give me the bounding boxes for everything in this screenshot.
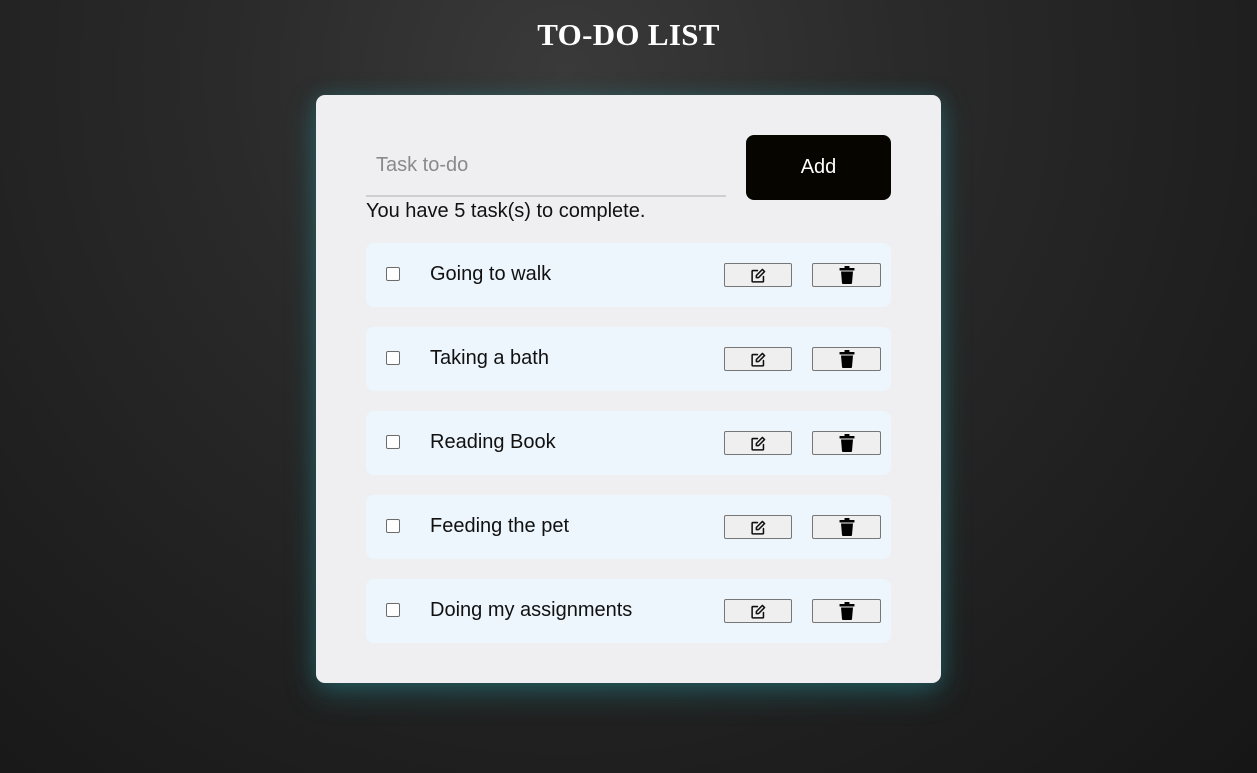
task-label: Feeding the pet [430,515,569,537]
task-item: Taking a bath [366,327,891,391]
task-item: Feeding the pet [366,495,891,559]
task-checkbox[interactable] [386,603,400,617]
delete-button[interactable] [812,431,881,455]
trash-icon [839,350,855,368]
task-label: Going to walk [430,263,552,285]
edit-icon [750,267,767,284]
task-label: Doing my assignments [430,599,633,621]
delete-button[interactable] [812,347,881,371]
edit-button[interactable] [724,263,792,287]
trash-icon [839,602,855,620]
delete-button[interactable] [812,515,881,539]
edit-icon [750,519,767,536]
add-button[interactable]: Add [746,135,891,200]
task-label: Taking a bath [430,347,549,369]
task-list: Going to walk Taking a bath Reading Book… [366,243,891,663]
trash-icon [839,434,855,452]
edit-icon [750,435,767,452]
delete-button[interactable] [812,599,881,623]
task-count-text: You have 5 task(s) to complete. [366,200,646,222]
edit-icon [750,603,767,620]
todo-card: Add You have 5 task(s) to complete. Goin… [316,95,941,683]
add-task-form: Add [366,135,891,200]
task-checkbox[interactable] [386,519,400,533]
edit-button[interactable] [724,347,792,371]
page-title: TO-DO LIST [537,17,720,52]
edit-icon [750,351,767,368]
task-label: Reading Book [430,431,556,453]
trash-icon [839,266,855,284]
edit-button[interactable] [724,515,792,539]
task-checkbox[interactable] [386,351,400,365]
task-item: Reading Book [366,411,891,475]
task-checkbox[interactable] [386,435,400,449]
delete-button[interactable] [812,263,881,287]
trash-icon [839,518,855,536]
task-input[interactable] [366,135,726,197]
task-checkbox[interactable] [386,267,400,281]
edit-button[interactable] [724,599,792,623]
edit-button[interactable] [724,431,792,455]
task-item: Going to walk [366,243,891,307]
task-item: Doing my assignments [366,579,891,643]
